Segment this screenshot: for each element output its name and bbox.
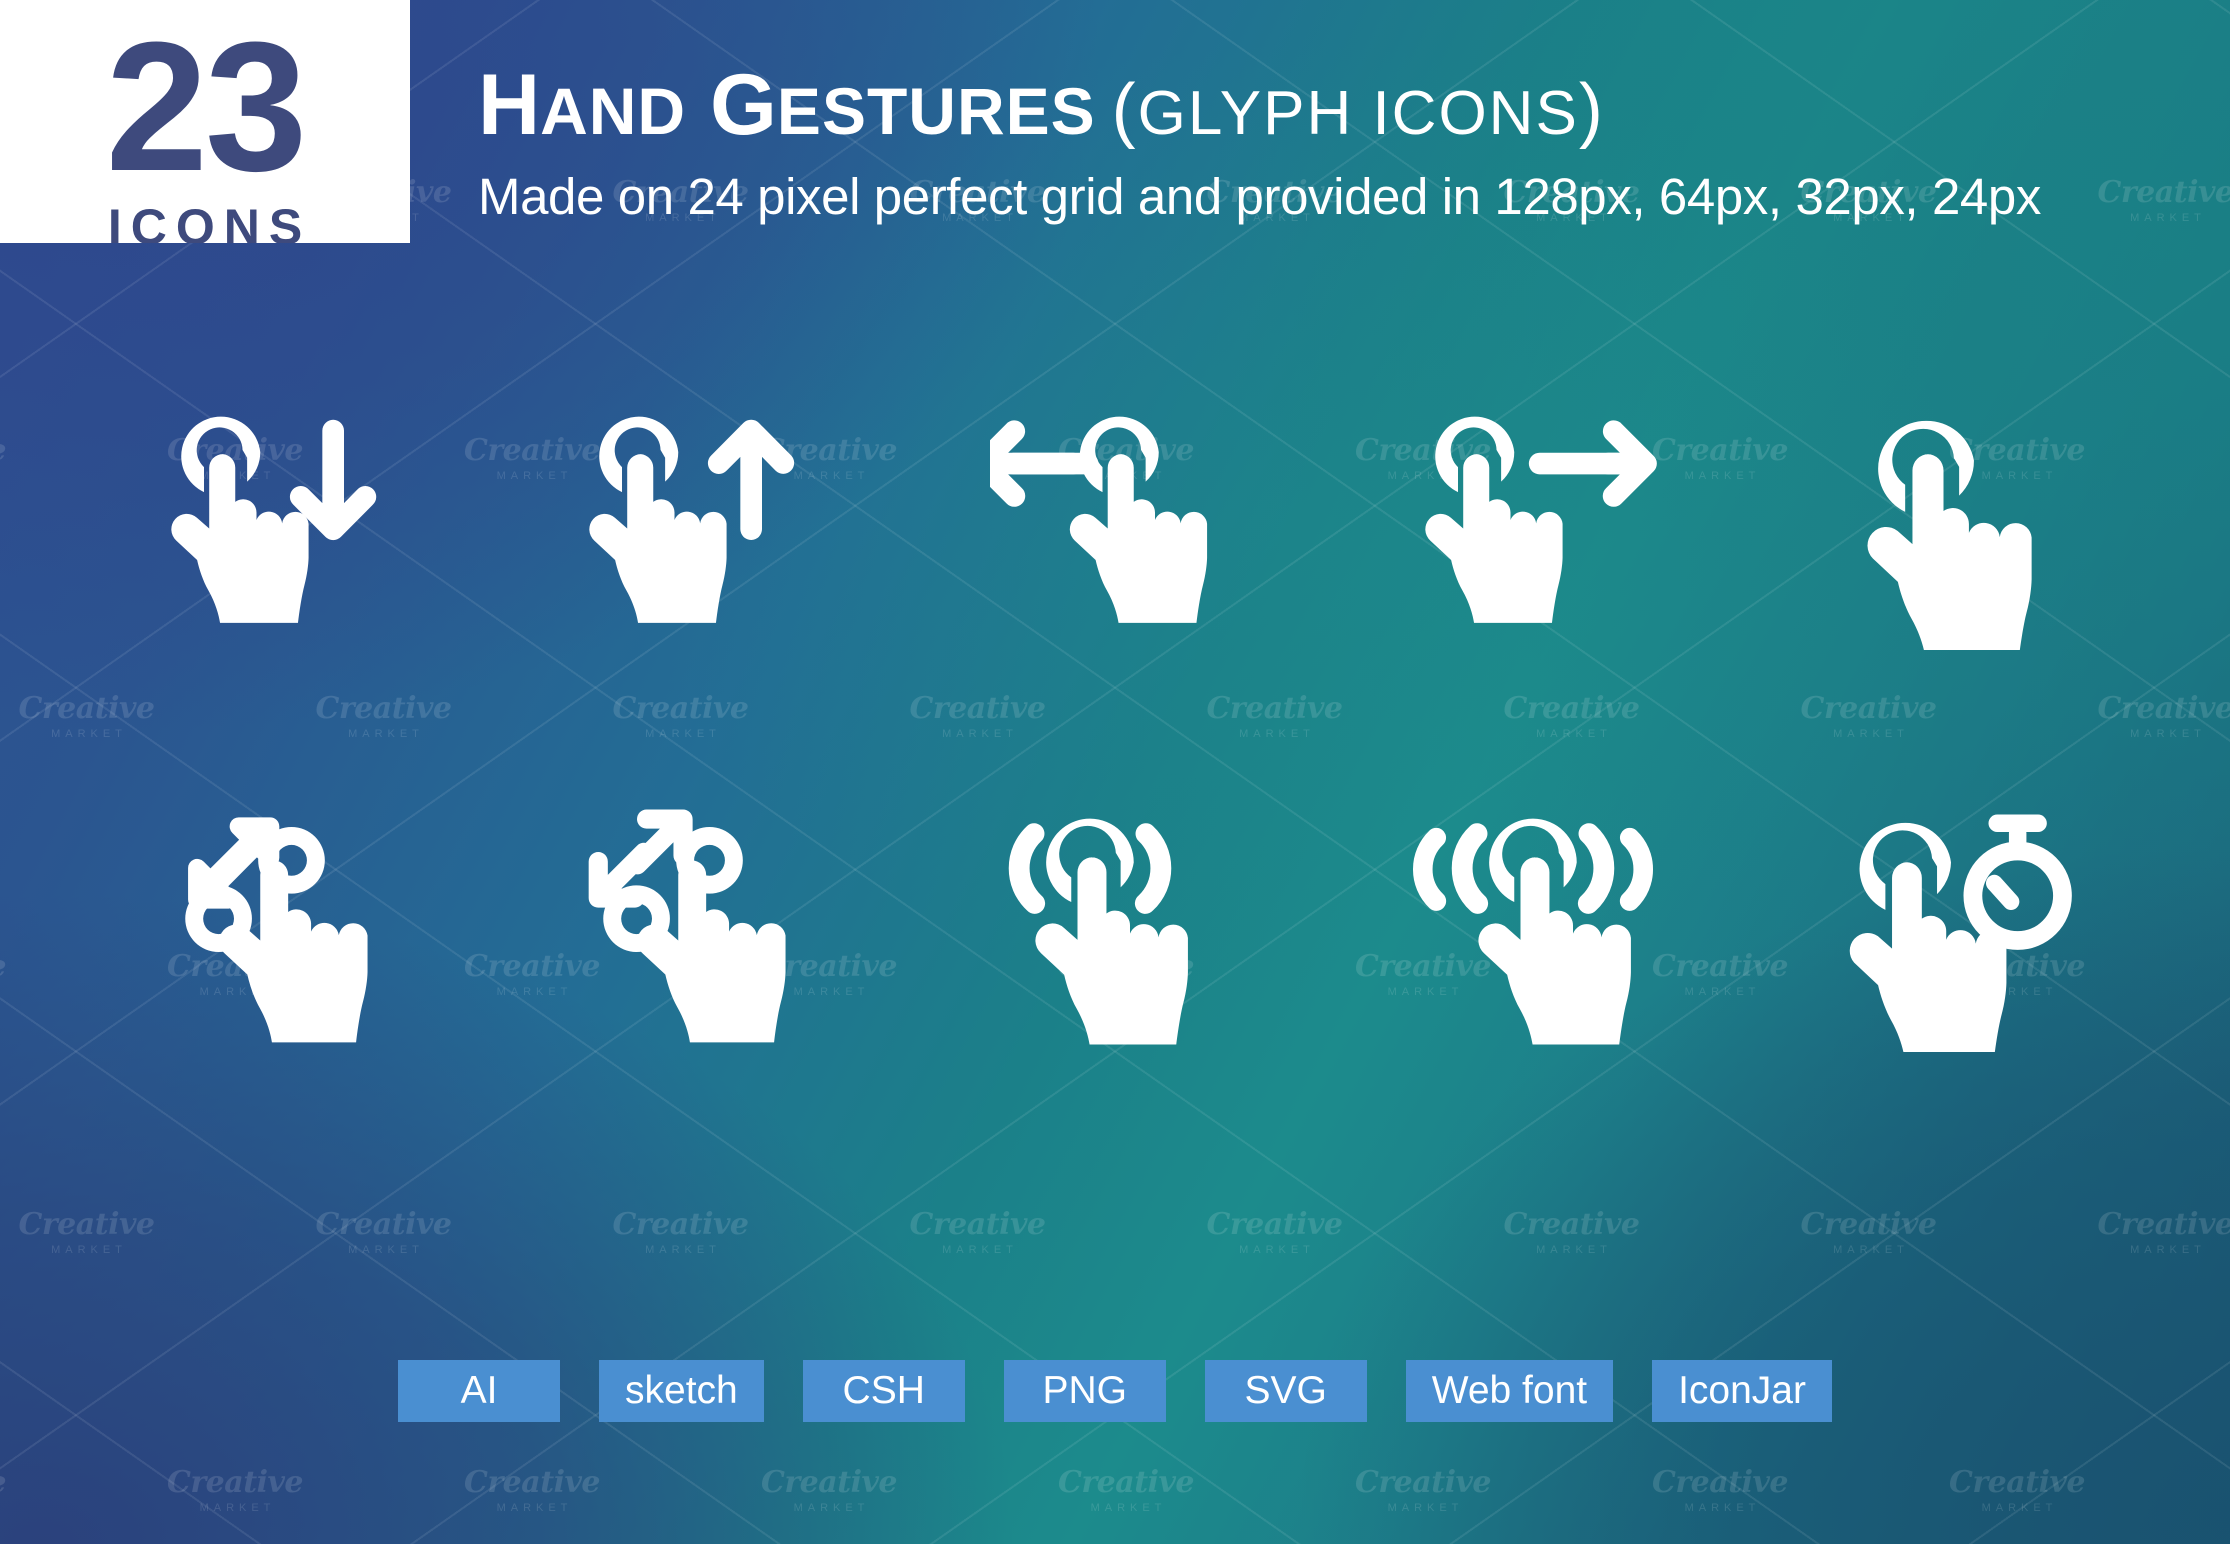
page-title-parenthetical: (GLYPH ICONS): [1112, 70, 1605, 150]
icon-tap-wave-gesture: [906, 732, 1324, 1122]
header-text-block: HAND GESTURES (GLYPH ICONS) Made on 24 pi…: [478, 62, 2178, 226]
icon-drag-up-gesture: [488, 330, 906, 720]
icon-double-tap-gesture: [1324, 732, 1742, 1122]
title-paren-text: GLYPH ICONS: [1137, 79, 1579, 148]
title-estures: ESTURES: [776, 74, 1096, 148]
icon-count-label: ICONS: [107, 199, 312, 243]
icon-swipe-right-gesture: [1324, 330, 1742, 720]
badge-png[interactable]: PNG: [1003, 1360, 1166, 1422]
icon-count-badge: 23 ICONS: [0, 0, 410, 243]
icon-tap-gesture: [1742, 330, 2160, 720]
page-subtitle: Made on 24 pixel perfect grid and provid…: [478, 168, 2041, 225]
icon-drag-down-gesture: [70, 330, 488, 720]
title-h: H: [478, 57, 541, 153]
tap-wave-gesture-icon: [1008, 818, 1188, 1045]
badge-sketch[interactable]: sketch: [599, 1360, 764, 1422]
page-title-main: HAND GESTURES: [478, 57, 1096, 153]
badge-csh[interactable]: CSH: [802, 1360, 965, 1422]
pinch-out-gesture-icon: [588, 809, 786, 1043]
icon-swipe-left-gesture: [906, 330, 1324, 720]
tap-gesture-icon: [1867, 420, 2032, 650]
icon-grid: [70, 330, 2160, 1122]
title-paren-open: (: [1111, 70, 1138, 150]
icon-tap-hold-gesture: [1742, 732, 2160, 1122]
drag-up-gesture-icon: [589, 416, 795, 623]
title-paren-close: ): [1578, 70, 1605, 150]
pinch-in-gesture-icon: [185, 817, 368, 1043]
drag-down-gesture-icon: [171, 416, 377, 623]
title-and: AND: [540, 74, 687, 148]
icon-pinch-in-gesture: [70, 732, 488, 1122]
swipe-right-gesture-icon: [1425, 416, 1657, 623]
badge-webfont[interactable]: Web font: [1405, 1360, 1614, 1422]
tap-hold-gesture-icon: [1849, 814, 2072, 1052]
title-g: G: [710, 57, 777, 153]
page-title: HAND GESTURES (GLYPH ICONS): [478, 62, 2178, 151]
double-tap-gesture-icon: [1412, 818, 1654, 1045]
badge-iconjar[interactable]: IconJar: [1652, 1360, 1832, 1422]
badge-ai[interactable]: AI: [398, 1360, 560, 1422]
badge-svg[interactable]: SVG: [1204, 1360, 1367, 1422]
poster-canvas: CreativeMARKETCreativeMARKETCreativeMARK…: [0, 0, 2230, 1544]
icon-pinch-out-gesture: [488, 732, 906, 1122]
format-badge-row: AI sketch CSH PNG SVG Web font IconJar: [0, 1360, 2230, 1422]
swipe-left-gesture-icon: [990, 416, 1208, 623]
icon-count-number: 23: [105, 3, 308, 209]
